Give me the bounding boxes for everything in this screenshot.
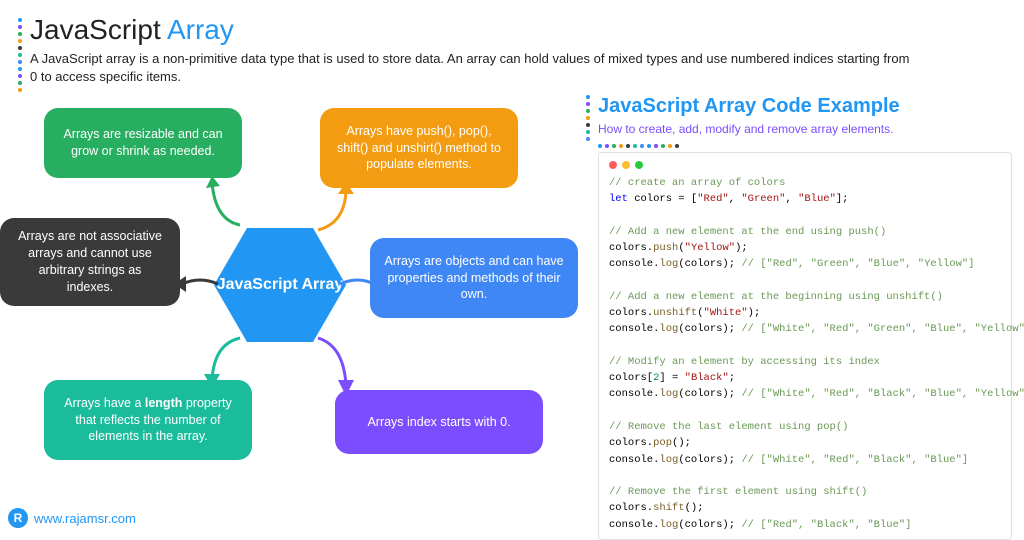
panel-subtitle: How to create, add, modify and remove ar… <box>598 122 1012 136</box>
page-subtitle: A JavaScript array is a non-primitive da… <box>30 50 910 86</box>
title-text-2: Array <box>167 14 234 45</box>
info-box-objects: Arrays are objects and can have properti… <box>370 238 578 318</box>
info-box-methods: Arrays have push(), pop(), shift() and u… <box>320 108 518 188</box>
info-box-index: Arrays index starts with 0. <box>335 390 543 454</box>
code-block: // create an array of colors let colors … <box>598 152 1012 540</box>
info-box-associative: Arrays are not associative arrays and ca… <box>0 218 180 306</box>
center-hexagon: JavaScript Array <box>214 228 346 342</box>
panel-dots <box>586 95 590 141</box>
code-content: // create an array of colors let colors … <box>609 175 1001 533</box>
info-box-resizable: Arrays are resizable and can grow or shr… <box>44 108 242 178</box>
header: JavaScript Array A JavaScript array is a… <box>30 14 1004 86</box>
title-text-1: JavaScript <box>30 14 167 45</box>
header-dots <box>18 18 22 92</box>
panel-title: JavaScript Array Code Example <box>598 95 1012 118</box>
concept-diagram: Arrays are resizable and can grow or shr… <box>0 100 580 500</box>
info-box-length: Arrays have a length property that refle… <box>44 380 252 460</box>
panel-divider-dots <box>598 144 1012 148</box>
code-panel: JavaScript Array Code Example How to cre… <box>598 95 1012 540</box>
page-title: JavaScript Array <box>30 14 1004 46</box>
footer: R www.rajamsr.com <box>8 508 136 528</box>
window-controls-icon <box>609 161 1001 169</box>
site-url: www.rajamsr.com <box>34 511 136 526</box>
logo-icon: R <box>8 508 28 528</box>
